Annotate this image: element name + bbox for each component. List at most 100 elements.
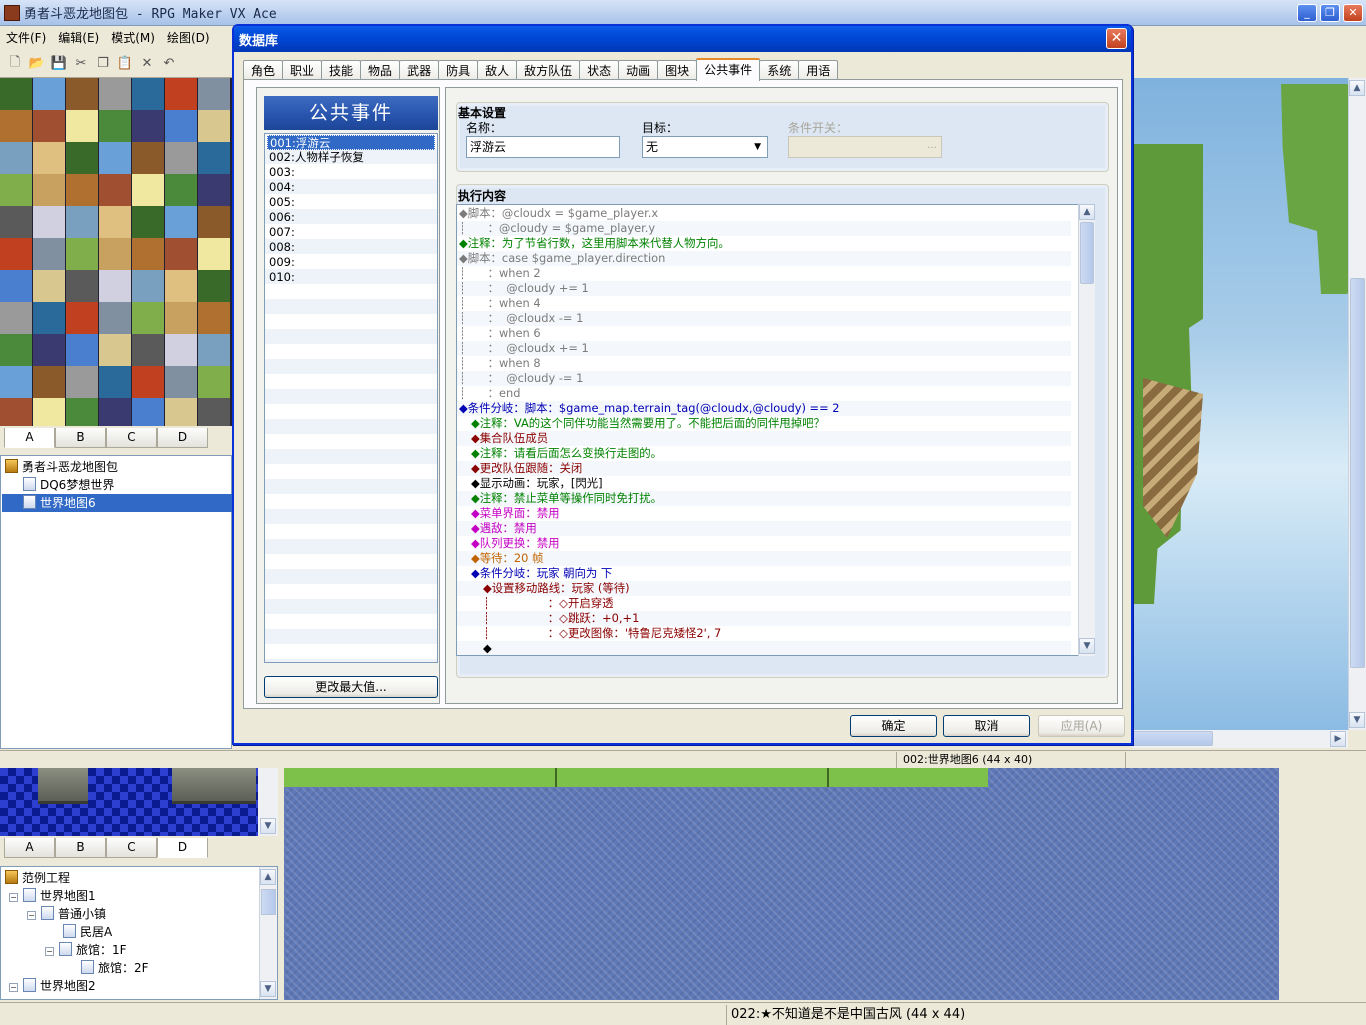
tile[interactable] bbox=[33, 334, 65, 366]
command-line[interactable]: ◆ bbox=[457, 641, 1071, 655]
collapse-icon[interactable]: − bbox=[45, 947, 54, 956]
tab-7[interactable]: 敌方队伍 bbox=[516, 60, 581, 80]
tile[interactable] bbox=[198, 398, 230, 426]
tile[interactable] bbox=[0, 334, 32, 366]
command-line[interactable]: ◆队列更换：禁用 bbox=[457, 536, 1071, 551]
tile[interactable] bbox=[66, 110, 98, 142]
tile[interactable] bbox=[33, 398, 65, 426]
tile[interactable] bbox=[99, 270, 131, 302]
command-line[interactable]: ◆更改队伍跟随：关闭 bbox=[457, 461, 1071, 476]
tile[interactable] bbox=[132, 174, 164, 206]
tile[interactable] bbox=[99, 302, 131, 334]
tile[interactable] bbox=[99, 206, 131, 238]
tile[interactable] bbox=[99, 238, 131, 270]
maximize-button[interactable]: ❐ bbox=[1320, 4, 1340, 22]
scroll-down-icon[interactable]: ▼ bbox=[1349, 712, 1365, 728]
map-vertical-scrollbar[interactable]: ▲ ▼ bbox=[1348, 78, 1366, 730]
tile-palette-lower[interactable] bbox=[0, 768, 258, 836]
tab-5[interactable]: 防具 bbox=[438, 60, 479, 80]
tab-12[interactable]: 系统 bbox=[759, 60, 800, 80]
scroll-down-icon[interactable]: ▼ bbox=[260, 818, 276, 834]
tile[interactable] bbox=[99, 78, 131, 110]
tile[interactable] bbox=[66, 206, 98, 238]
event-list-item[interactable]: 009: bbox=[267, 255, 435, 270]
tree-world1[interactable]: − 世界地图1 bbox=[9, 887, 96, 905]
tile[interactable] bbox=[0, 270, 32, 302]
tile[interactable] bbox=[33, 270, 65, 302]
event-list-item[interactable]: 007: bbox=[267, 225, 435, 240]
event-command-list[interactable]: ◆脚本：@cloudx = $game_player.x ┊ ：@cloudy =… bbox=[456, 204, 1089, 656]
tile[interactable] bbox=[66, 334, 98, 366]
delete-icon[interactable]: ✕ bbox=[138, 55, 156, 73]
tile[interactable] bbox=[99, 142, 131, 174]
event-list-item[interactable]: 006: bbox=[267, 210, 435, 225]
command-line[interactable]: ◆注释：为了节省行数，这里用脚本来代替人物方向。 bbox=[457, 236, 1071, 251]
command-line[interactable]: ◆集合队伍成员 bbox=[457, 431, 1071, 446]
menu-mode[interactable]: 模式(M) bbox=[105, 29, 161, 46]
tile[interactable] bbox=[33, 110, 65, 142]
tile[interactable] bbox=[0, 366, 32, 398]
tile[interactable] bbox=[165, 334, 197, 366]
tile[interactable] bbox=[33, 302, 65, 334]
tile[interactable] bbox=[198, 270, 230, 302]
minimize-button[interactable]: _ bbox=[1297, 4, 1317, 22]
tab-3[interactable]: 物品 bbox=[360, 60, 401, 80]
tile[interactable] bbox=[99, 366, 131, 398]
tile[interactable] bbox=[165, 78, 197, 110]
tile[interactable] bbox=[66, 238, 98, 270]
undo-icon[interactable]: ↶ bbox=[160, 55, 178, 73]
command-line[interactable]: ◆脚本：@cloudx = $game_player.x bbox=[457, 206, 1071, 221]
command-line[interactable]: ◆等待：20 帧 bbox=[457, 551, 1071, 566]
tile[interactable] bbox=[99, 110, 131, 142]
tile[interactable] bbox=[33, 174, 65, 206]
scroll-up-icon[interactable]: ▲ bbox=[1349, 80, 1365, 96]
tile[interactable] bbox=[165, 206, 197, 238]
tile[interactable] bbox=[198, 238, 230, 270]
tile[interactable] bbox=[165, 174, 197, 206]
tile[interactable] bbox=[132, 398, 164, 426]
tile[interactable] bbox=[132, 142, 164, 174]
tile[interactable] bbox=[132, 334, 164, 366]
palette-tab-b[interactable]: B bbox=[55, 428, 106, 448]
tile[interactable] bbox=[66, 142, 98, 174]
map-horizontal-scrollbar[interactable]: ▶ bbox=[1133, 730, 1348, 748]
menu-edit[interactable]: 编辑(E) bbox=[52, 29, 105, 46]
save-icon[interactable]: 💾 bbox=[50, 55, 68, 73]
tree-map-dq6[interactable]: DQ6梦想世界 bbox=[23, 476, 114, 494]
tile[interactable] bbox=[132, 206, 164, 238]
tile[interactable] bbox=[33, 78, 65, 110]
lower-map-canvas[interactable] bbox=[284, 768, 1279, 1000]
command-line[interactable]: ◆显示动画：玩家，[閃光] bbox=[457, 476, 1071, 491]
tile[interactable] bbox=[132, 302, 164, 334]
command-line[interactable]: ┊ ：when 8 bbox=[457, 356, 1071, 371]
command-line[interactable]: ┊ ：@cloudy = $game_player.y bbox=[457, 221, 1071, 236]
lower-tree-scrollbar[interactable]: ▲ ▼ bbox=[259, 867, 277, 999]
command-line[interactable]: ┊ ： @cloudx -= 1 bbox=[457, 311, 1071, 326]
scroll-thumb[interactable] bbox=[1350, 278, 1365, 668]
tree-map-world6[interactable]: 世界地图6 bbox=[2, 494, 232, 512]
command-line[interactable]: ┊ ：◇跳跃：+0,+1 bbox=[457, 611, 1071, 626]
tile[interactable] bbox=[0, 398, 32, 426]
copy-icon[interactable]: ❐ bbox=[94, 55, 112, 73]
command-line[interactable]: ◆注释：VA的这个同伴功能当然需要用了。不能把后面的同伴甩掉吧？ bbox=[457, 416, 1071, 431]
tile[interactable] bbox=[66, 398, 98, 426]
event-list-item[interactable]: 005: bbox=[267, 195, 435, 210]
command-list-scrollbar[interactable]: ▲ ▼ bbox=[1078, 204, 1095, 656]
tab-4[interactable]: 武器 bbox=[399, 60, 440, 80]
tile[interactable] bbox=[99, 398, 131, 426]
tile[interactable] bbox=[66, 78, 98, 110]
tile[interactable] bbox=[198, 78, 230, 110]
tile[interactable] bbox=[165, 270, 197, 302]
scroll-thumb[interactable] bbox=[261, 889, 276, 915]
tree-sample-project[interactable]: 范例工程 bbox=[5, 869, 70, 887]
event-list-item[interactable]: 002:人物样子恢复 bbox=[267, 150, 435, 165]
tree-project-root[interactable]: 勇者斗恶龙地图包 bbox=[5, 458, 118, 476]
tile[interactable] bbox=[132, 78, 164, 110]
command-line[interactable]: ┊ ：◇更改图像：'特鲁尼克矮怪2', 7 bbox=[457, 626, 1071, 641]
command-line[interactable]: ┊ ：when 6 bbox=[457, 326, 1071, 341]
scroll-down-icon[interactable]: ▼ bbox=[1079, 638, 1095, 654]
tile[interactable] bbox=[198, 174, 230, 206]
tile[interactable] bbox=[0, 110, 32, 142]
command-line[interactable]: ┊ ：◇开启穿透 bbox=[457, 596, 1071, 611]
tile[interactable] bbox=[99, 334, 131, 366]
